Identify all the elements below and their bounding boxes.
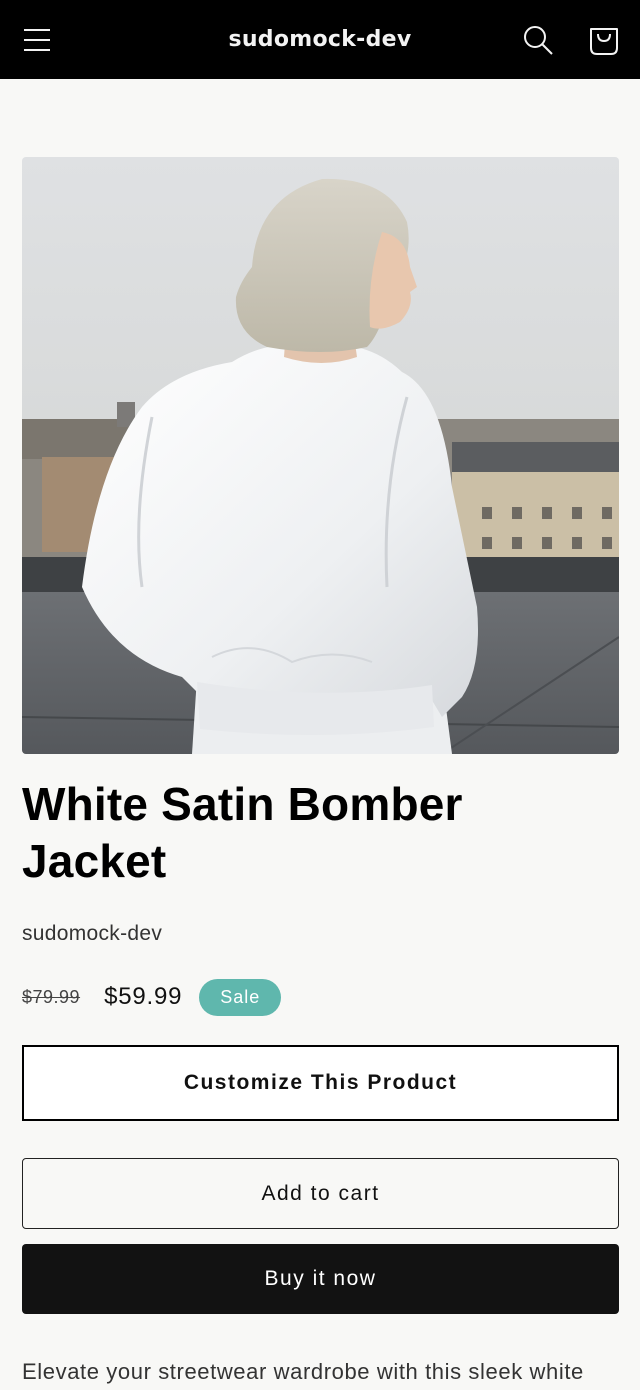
price-row: $79.99 $59.99 Sale (22, 978, 282, 1016)
add-to-cart-button[interactable]: Add to cart (22, 1158, 619, 1229)
regular-price: $79.99 (22, 986, 81, 1007)
search-icon[interactable] (518, 20, 558, 60)
cart-icon[interactable] (584, 20, 624, 60)
sale-price: $59.99 (104, 983, 183, 1010)
buy-now-button[interactable]: Buy it now (22, 1244, 619, 1314)
site-header: sudomock-dev (0, 0, 640, 79)
hamburger-menu-icon[interactable] (17, 20, 57, 60)
product-vendor: sudomock-dev (22, 922, 163, 945)
product-image[interactable] (22, 157, 619, 754)
product-title: White Satin Bomber Jacket (22, 778, 463, 887)
store-name-link[interactable]: sudomock-dev (228, 27, 411, 52)
sale-badge: Sale (199, 978, 282, 1016)
customize-product-button[interactable]: Customize This Product (22, 1045, 619, 1121)
product-description: Elevate your streetwear wardrobe with th… (22, 1359, 584, 1384)
